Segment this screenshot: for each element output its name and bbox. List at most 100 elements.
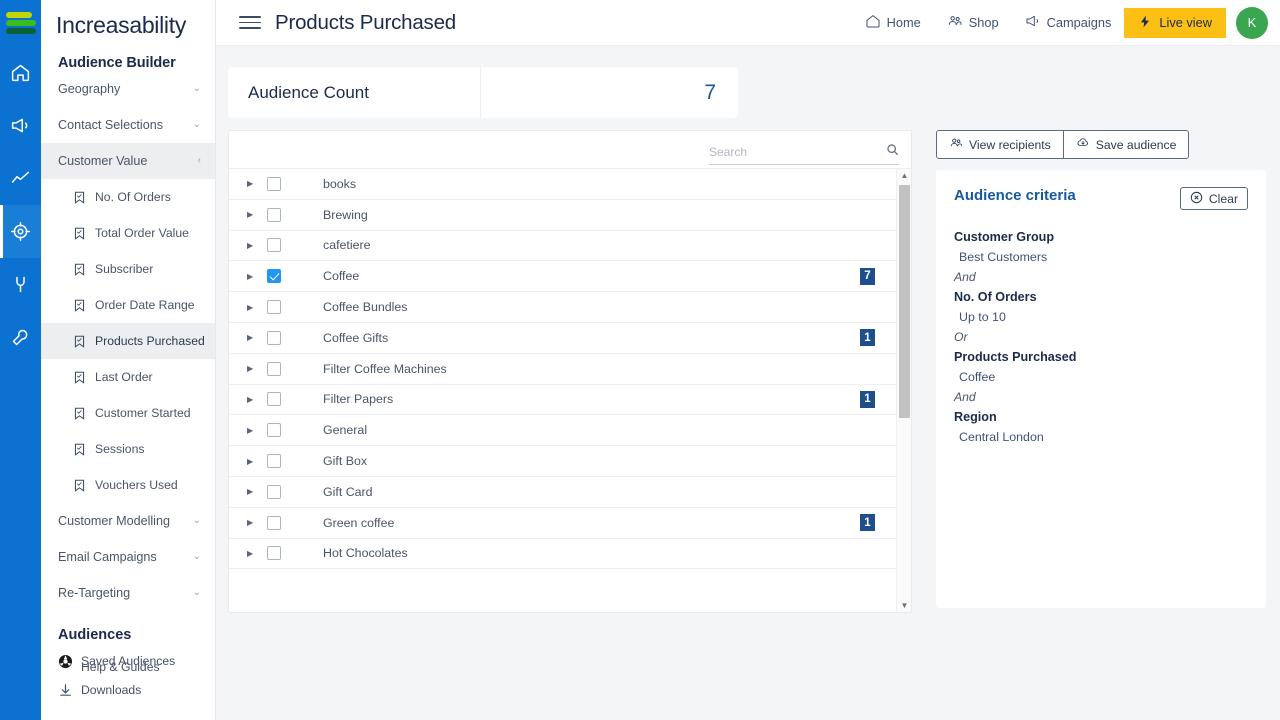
app-root: Increasability Audience Builder Geograph… — [0, 0, 1280, 720]
save-audience-button[interactable]: Save audience — [1062, 131, 1189, 158]
table-row[interactable]: ▶ Gift Card — [229, 477, 896, 508]
sidebar-group-email-campaigns[interactable]: Email Campaigns ⌄ — [41, 539, 215, 575]
chevron-down-icon: ⌄ — [192, 83, 201, 94]
row-checkbox[interactable] — [267, 454, 281, 469]
row-checkbox[interactable] — [267, 238, 281, 253]
expand-caret-icon[interactable]: ▶ — [247, 210, 259, 219]
expand-caret-icon[interactable]: ▶ — [247, 179, 259, 188]
row-checkbox[interactable] — [267, 546, 281, 561]
row-checkbox[interactable] — [267, 176, 281, 191]
sidebar-item-last-order[interactable]: Last Order — [41, 359, 215, 395]
row-checkbox[interactable] — [267, 330, 281, 345]
plug-icon[interactable] — [0, 258, 41, 311]
expand-caret-icon[interactable]: ▶ — [247, 241, 259, 250]
sidebar-item-no-of-orders[interactable]: No. Of Orders — [41, 179, 215, 215]
increasability-logo[interactable] — [0, 0, 41, 46]
clear-button[interactable]: Clear — [1179, 187, 1248, 210]
target-icon[interactable] — [0, 205, 41, 258]
sidebar-item-order-date-range[interactable]: Order Date Range — [41, 287, 215, 323]
table-row[interactable]: ▶ Green coffee 1 — [229, 508, 896, 539]
scrollbar-thumb[interactable] — [899, 185, 910, 418]
row-checkbox[interactable] — [267, 515, 281, 530]
top-link-campaigns[interactable]: Campaigns — [1012, 13, 1125, 32]
sidebar-item-vouchers-used[interactable]: Vouchers Used — [41, 467, 215, 503]
expand-caret-icon[interactable]: ▶ — [247, 364, 259, 373]
sidebar-item-total-order-value[interactable]: Total Order Value — [41, 215, 215, 251]
search-icon[interactable] — [886, 143, 899, 161]
scroll-up-arrow[interactable]: ▲ — [897, 169, 911, 182]
sidebar-group-customer-value[interactable]: Customer Value ‹ — [41, 143, 215, 179]
hamburger-icon[interactable] — [239, 12, 261, 33]
wrench-icon[interactable] — [0, 311, 41, 364]
sidebar-item-downloads[interactable]: Downloads — [41, 679, 215, 701]
chevron-down-icon: ⌄ — [192, 587, 201, 598]
table-row[interactable]: ▶ Filter Papers 1 — [229, 385, 896, 416]
megaphone-icon[interactable] — [0, 99, 41, 152]
table-row[interactable]: ▶ Gift Box — [229, 446, 896, 477]
view-recipients-button[interactable]: View recipients — [937, 131, 1063, 158]
row-checkbox[interactable] — [267, 300, 281, 315]
sidebar-item-subscriber[interactable]: Subscriber — [41, 251, 215, 287]
row-label: cafetiere — [323, 238, 371, 253]
sidebar-item-products-purchased[interactable]: Products Purchased — [41, 323, 215, 359]
scroll-down-arrow[interactable]: ▼ — [897, 599, 911, 612]
expand-caret-icon[interactable]: ▶ — [247, 549, 259, 558]
analytics-icon[interactable] — [0, 152, 41, 205]
bookmark-check-icon — [73, 479, 86, 492]
bolt-icon — [1138, 14, 1152, 32]
chevron-down-icon: ⌄ — [192, 515, 201, 526]
table-row[interactable]: ▶ Coffee 7 — [229, 261, 896, 293]
expand-caret-icon[interactable]: ▶ — [247, 395, 259, 404]
row-checkbox[interactable] — [267, 423, 281, 438]
sidebar-group-contact-selections[interactable]: Contact Selections ⌄ — [41, 107, 215, 143]
table-row[interactable]: ▶ Coffee Bundles — [229, 292, 896, 323]
row-checkbox[interactable] — [267, 269, 281, 284]
sidebar-group-customer-modelling[interactable]: Customer Modelling ⌄ — [41, 503, 215, 539]
expand-caret-icon[interactable]: ▶ — [247, 457, 259, 466]
search-input[interactable] — [709, 145, 886, 159]
expand-caret-icon[interactable]: ▶ — [247, 518, 259, 527]
table-row[interactable]: ▶ cafetiere — [229, 231, 896, 262]
top-link-shop[interactable]: Shop — [934, 13, 1012, 32]
chevron-left-icon: ‹ — [197, 155, 201, 166]
audience-count-value: 7 — [704, 80, 716, 104]
expand-caret-icon[interactable]: ▶ — [247, 487, 259, 496]
top-bar-actions: Home Shop Campaigns Live view K — [852, 6, 1280, 39]
expand-caret-icon[interactable]: ▶ — [247, 272, 259, 281]
table-row[interactable]: ▶ General — [229, 415, 896, 447]
home-icon[interactable] — [0, 46, 41, 99]
sidebar-group-geography[interactable]: Geography ⌄ — [41, 71, 215, 107]
table-row[interactable]: ▶ Coffee Gifts 1 — [229, 323, 896, 354]
expand-caret-icon[interactable]: ▶ — [247, 426, 259, 435]
row-checkbox[interactable] — [267, 361, 281, 376]
row-checkbox[interactable] — [267, 392, 281, 407]
product-rows: ▶ books ▶ Brewing ▶ cafetiere ▶ Coffee 7 ▶ Coffee … — [229, 169, 896, 570]
sidebar-item-customer-started[interactable]: Customer Started — [41, 395, 215, 431]
expand-caret-icon[interactable]: ▶ — [247, 303, 259, 312]
table-row[interactable]: ▶ Filter Coffee Machines — [229, 354, 896, 385]
row-checkbox[interactable] — [267, 484, 281, 499]
search-field[interactable] — [709, 143, 899, 165]
criteria-field: Products Purchased — [954, 350, 1077, 364]
criteria-field: No. Of Orders — [954, 290, 1037, 304]
expand-caret-icon[interactable]: ▶ — [247, 333, 259, 342]
row-label: Filter Papers — [323, 392, 394, 407]
row-label: books — [323, 176, 357, 191]
avatar[interactable]: K — [1236, 6, 1268, 39]
sidebar-item-help-and-guides[interactable]: Help & Guides — [41, 655, 215, 679]
live-view-label: Live view — [1159, 15, 1212, 30]
sidebar-item-sessions[interactable]: Sessions — [41, 431, 215, 467]
table-row[interactable]: ▶ Brewing — [229, 200, 896, 231]
table-row[interactable]: ▶ Hot Chocolates — [229, 539, 896, 570]
sidebar-audiences-title: Audiences — [58, 627, 132, 643]
row-checkbox[interactable] — [267, 207, 281, 222]
table-row[interactable]: ▶ books — [229, 169, 896, 200]
sidebar-group-label: Customer Modelling — [58, 514, 170, 528]
top-link-home[interactable]: Home — [852, 13, 934, 32]
live-view-button[interactable]: Live view — [1124, 7, 1226, 38]
list-scrollbar[interactable]: ▲ ▼ — [896, 169, 911, 612]
sidebar-group-re-targeting[interactable]: Re-Targeting ⌄ — [41, 575, 215, 611]
chevron-down-icon: ⌄ — [192, 551, 201, 562]
sidebar-item-label: Total Order Value — [95, 226, 189, 240]
sidebar-item-label: Products Purchased — [95, 334, 205, 348]
